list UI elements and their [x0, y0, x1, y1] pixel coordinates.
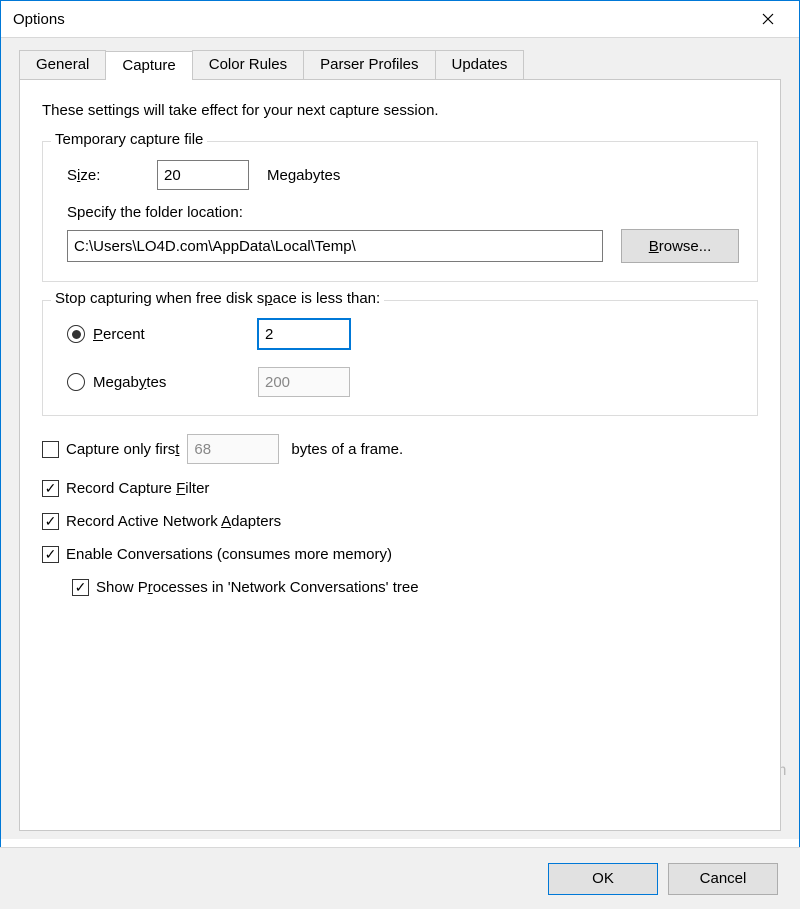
capture-first-label: Capture only first — [66, 441, 179, 458]
folder-input[interactable] — [67, 230, 603, 262]
record-adapters-label: Record Active Network Adapters — [66, 513, 281, 530]
group-temp-file: Temporary capture file Size: Megabytes S… — [42, 141, 758, 282]
window-title: Options — [13, 11, 65, 28]
tab-panel-capture: These settings will take effect for your… — [19, 79, 781, 831]
radio-percent-label: Percent — [93, 326, 258, 343]
tab-capture[interactable]: Capture — [105, 51, 192, 80]
ok-button[interactable]: OK — [548, 863, 658, 895]
cancel-button[interactable]: Cancel — [668, 863, 778, 895]
capture-first-suffix: bytes of a frame. — [291, 441, 403, 458]
radio-row-megabytes: Megabytes — [67, 367, 739, 397]
tab-general[interactable]: General — [19, 50, 106, 79]
tab-parser-profiles[interactable]: Parser Profiles — [303, 50, 435, 79]
record-filter-label: Record Capture Filter — [66, 480, 209, 497]
group-temp-file-title: Temporary capture file — [51, 131, 207, 148]
radio-megabytes-label: Megabytes — [93, 374, 258, 391]
content-area: General Capture Color Rules Parser Profi… — [1, 37, 799, 839]
checkbox-record-filter[interactable] — [42, 480, 59, 497]
row-record-filter: Record Capture Filter — [42, 480, 758, 497]
tab-updates[interactable]: Updates — [435, 50, 525, 79]
checkbox-capture-first[interactable] — [42, 441, 59, 458]
show-processes-label: Show Processes in 'Network Conversations… — [96, 579, 419, 596]
checkbox-show-processes[interactable] — [72, 579, 89, 596]
close-button[interactable] — [745, 4, 791, 34]
checkbox-enable-conversations[interactable] — [42, 546, 59, 563]
folder-label: Specify the folder location: — [67, 204, 739, 221]
row-capture-first: Capture only first bytes of a frame. — [42, 434, 758, 464]
row-enable-conversations: Enable Conversations (consumes more memo… — [42, 546, 758, 563]
close-icon — [762, 13, 774, 25]
folder-row: Browse... — [67, 229, 739, 263]
megabytes-input — [258, 367, 350, 397]
dialog-buttons: OK Cancel — [0, 847, 800, 909]
size-input[interactable] — [157, 160, 249, 190]
row-show-processes: Show Processes in 'Network Conversations… — [72, 579, 758, 596]
percent-input[interactable] — [258, 319, 350, 349]
row-record-adapters: Record Active Network Adapters — [42, 513, 758, 530]
radio-megabytes[interactable] — [67, 373, 85, 391]
checkbox-record-adapters[interactable] — [42, 513, 59, 530]
tab-color-rules[interactable]: Color Rules — [192, 50, 304, 79]
enable-conversations-label: Enable Conversations (consumes more memo… — [66, 546, 392, 563]
capture-first-input — [187, 434, 279, 464]
titlebar: Options — [1, 1, 799, 37]
browse-button[interactable]: Browse... — [621, 229, 739, 263]
size-unit: Megabytes — [267, 167, 340, 184]
group-stop-capture: Stop capturing when free disk space is l… — [42, 300, 758, 416]
group-stop-title: Stop capturing when free disk space is l… — [51, 290, 384, 307]
tab-strip: General Capture Color Rules Parser Profi… — [19, 50, 781, 79]
intro-text: These settings will take effect for your… — [42, 102, 758, 119]
radio-percent[interactable] — [67, 325, 85, 343]
size-row: Size: Megabytes — [61, 160, 739, 190]
size-label: Size: — [67, 167, 157, 184]
radio-row-percent: Percent — [67, 319, 739, 349]
